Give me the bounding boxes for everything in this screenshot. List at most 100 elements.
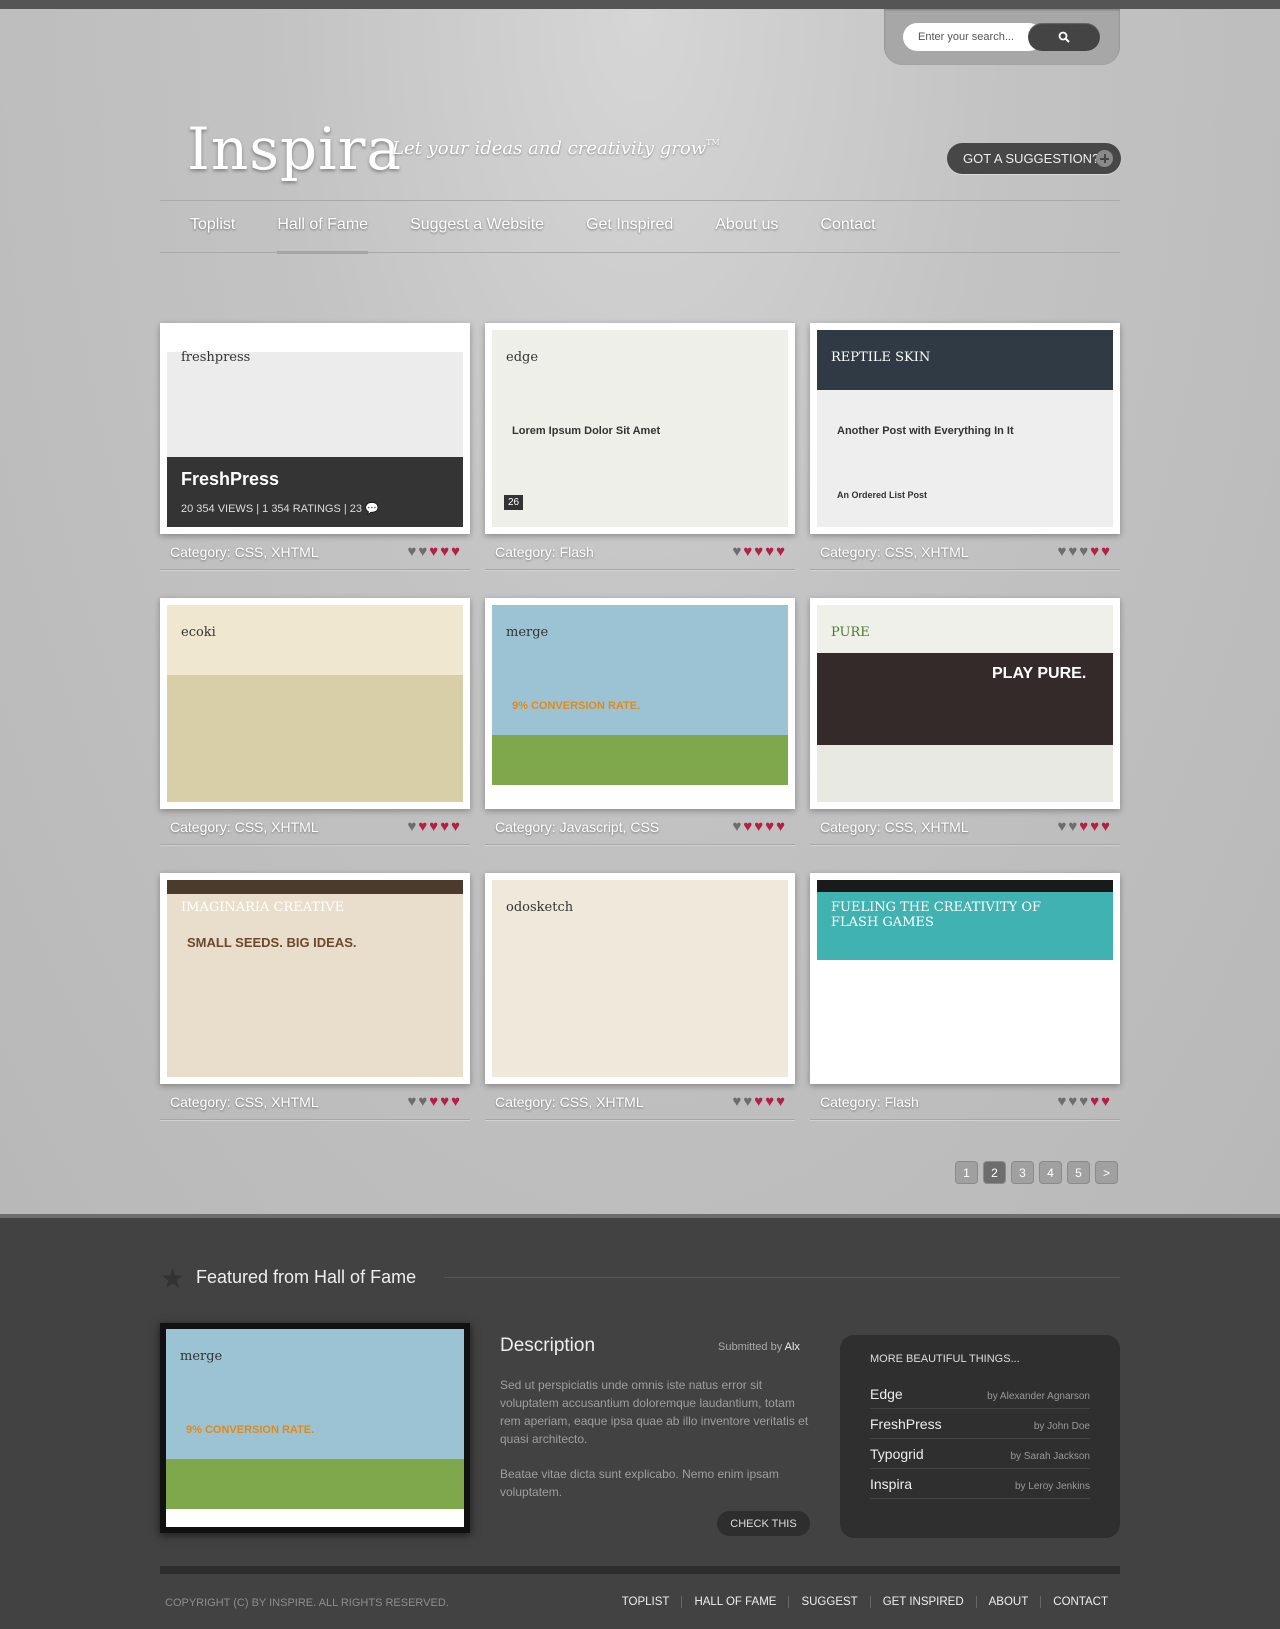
more-item[interactable]: FreshPress by John Doe (870, 1409, 1090, 1439)
page-button[interactable]: 4 (1039, 1161, 1062, 1184)
heart-icon[interactable]: ♥ (1068, 544, 1077, 559)
heart-icon[interactable]: ♥ (429, 1094, 438, 1109)
heart-icon[interactable]: ♥ (407, 819, 416, 834)
gallery-card: freshpress FreshPress 20 354 VIEWS | 1 354… (160, 323, 470, 570)
heart-icon[interactable]: ♥ (754, 1094, 763, 1109)
heart-icon[interactable]: ♥ (765, 819, 774, 834)
heart-icon[interactable]: ♥ (1057, 1094, 1066, 1109)
heart-icon[interactable]: ♥ (776, 819, 785, 834)
heart-icon[interactable]: ♥ (1101, 1094, 1110, 1109)
logo[interactable]: Inspira (187, 115, 402, 183)
next-page-button[interactable]: > (1095, 1161, 1118, 1184)
rating-hearts[interactable]: ♥ ♥ ♥ ♥ ♥ (732, 819, 785, 834)
heart-icon[interactable]: ♥ (1101, 819, 1110, 834)
nav-hall-of-fame[interactable]: Hall of Fame (277, 216, 368, 254)
card-thumbnail[interactable]: ecoki (160, 598, 470, 809)
heart-icon[interactable]: ♥ (1079, 1094, 1088, 1109)
page-button[interactable]: 5 (1067, 1161, 1090, 1184)
heart-icon[interactable]: ♥ (776, 1094, 785, 1109)
footer-link-contact[interactable]: CONTACT (1040, 1596, 1120, 1608)
more-item-name[interactable]: Typogrid (870, 1446, 924, 1462)
heart-icon[interactable]: ♥ (429, 544, 438, 559)
card-thumbnail[interactable]: edge Lorem Ipsum Dolor Sit Amet 26 (485, 323, 795, 534)
more-item-name[interactable]: FreshPress (870, 1416, 942, 1432)
heart-icon[interactable]: ♥ (1101, 544, 1110, 559)
heart-icon[interactable]: ♥ (743, 819, 752, 834)
heart-icon[interactable]: ♥ (1090, 544, 1099, 559)
more-item[interactable]: Edge by Alexander Agnarson (870, 1379, 1090, 1409)
heart-icon[interactable]: ♥ (732, 544, 741, 559)
heart-icon[interactable]: ♥ (743, 1094, 752, 1109)
card-thumbnail[interactable]: PURE PLAY PURE. (810, 598, 1120, 809)
heart-icon[interactable]: ♥ (407, 544, 416, 559)
heart-icon[interactable]: ♥ (440, 1094, 449, 1109)
heart-icon[interactable]: ♥ (754, 819, 763, 834)
suggestion-button[interactable]: GOT A SUGGESTION? (947, 143, 1121, 174)
more-item[interactable]: Inspira by Leroy Jenkins (870, 1469, 1090, 1499)
heart-icon[interactable]: ♥ (1090, 1094, 1099, 1109)
footer-link-suggest[interactable]: SUGGEST (788, 1596, 869, 1608)
heart-icon[interactable]: ♥ (1057, 544, 1066, 559)
heart-icon[interactable]: ♥ (451, 819, 460, 834)
nav-about-us[interactable]: About us (715, 216, 778, 234)
featured-thumbnail[interactable]: merge 9% CONVERSION RATE. (160, 1323, 470, 1533)
card-thumbnail[interactable]: FUELING THE CREATIVITY OF FLASH GAMES (810, 873, 1120, 1084)
heart-icon[interactable]: ♥ (1079, 819, 1088, 834)
heart-icon[interactable]: ♥ (418, 544, 427, 559)
card-thumbnail[interactable]: odosketch (485, 873, 795, 1084)
heart-icon[interactable]: ♥ (1079, 544, 1088, 559)
nav-suggest-a-website[interactable]: Suggest a Website (410, 216, 544, 234)
footer-link-get-inspired[interactable]: GET INSPIRED (869, 1596, 976, 1608)
page-button[interactable]: 3 (1011, 1161, 1034, 1184)
page-button[interactable]: 1 (955, 1161, 978, 1184)
heart-icon[interactable]: ♥ (776, 544, 785, 559)
heart-icon[interactable]: ♥ (440, 544, 449, 559)
rating-hearts[interactable]: ♥ ♥ ♥ ♥ ♥ (1057, 544, 1110, 559)
heart-icon[interactable]: ♥ (743, 544, 752, 559)
overlay-title[interactable]: FreshPress (181, 469, 449, 490)
rating-hearts[interactable]: ♥ ♥ ♥ ♥ ♥ (407, 544, 460, 559)
heart-icon[interactable]: ♥ (754, 544, 763, 559)
card-thumbnail[interactable]: freshpress FreshPress 20 354 VIEWS | 1 354… (160, 323, 470, 534)
heart-icon[interactable]: ♥ (732, 1094, 741, 1109)
rating-hearts[interactable]: ♥ ♥ ♥ ♥ ♥ (732, 544, 785, 559)
footer-link-hall-of-fame[interactable]: HALL OF FAME (681, 1596, 788, 1608)
heart-icon[interactable]: ♥ (451, 544, 460, 559)
heart-icon[interactable]: ♥ (407, 1094, 416, 1109)
heart-icon[interactable]: ♥ (732, 819, 741, 834)
heart-icon[interactable]: ♥ (765, 544, 774, 559)
heart-icon[interactable]: ♥ (1057, 819, 1066, 834)
site-name-label: merge (180, 1349, 223, 1364)
heart-icon[interactable]: ♥ (429, 819, 438, 834)
heart-icon[interactable]: ♥ (418, 819, 427, 834)
search-button[interactable] (1028, 23, 1100, 51)
more-item[interactable]: Typogrid by Sarah Jackson (870, 1439, 1090, 1469)
more-item-name[interactable]: Inspira (870, 1476, 912, 1492)
heart-icon[interactable]: ♥ (1090, 819, 1099, 834)
page-button[interactable]: 2 (983, 1161, 1006, 1184)
heart-icon[interactable]: ♥ (1068, 1094, 1077, 1109)
heart-icon[interactable]: ♥ (451, 1094, 460, 1109)
card-thumbnail[interactable]: REPTILE SKIN Another Post with Everything… (810, 323, 1120, 534)
rating-hearts[interactable]: ♥ ♥ ♥ ♥ ♥ (1057, 1094, 1110, 1109)
heart-icon[interactable]: ♥ (440, 819, 449, 834)
nav-get-inspired[interactable]: Get Inspired (586, 216, 673, 234)
card-thumbnail[interactable]: IMAGINARIA CREATIVE SMALL SEEDS. BIG IDEA… (160, 873, 470, 1084)
heart-icon[interactable]: ♥ (765, 1094, 774, 1109)
heart-icon[interactable]: ♥ (1068, 819, 1077, 834)
search-input[interactable] (903, 23, 1043, 51)
footer-link-toplist[interactable]: TOPLIST (610, 1596, 682, 1608)
footer-link-about[interactable]: ABOUT (975, 1596, 1041, 1608)
rating-hearts[interactable]: ♥ ♥ ♥ ♥ ♥ (407, 1094, 460, 1109)
site-headline-label: Another Post with Everything In It (837, 425, 1014, 437)
card-thumbnail[interactable]: merge 9% CONVERSION RATE. (485, 598, 795, 809)
nav-toplist[interactable]: Toplist (190, 216, 235, 234)
check-this-button[interactable]: CHECK THIS (717, 1511, 810, 1536)
rating-hearts[interactable]: ♥ ♥ ♥ ♥ ♥ (407, 819, 460, 834)
submitter-name[interactable]: Alx (785, 1341, 800, 1353)
more-item-name[interactable]: Edge (870, 1386, 903, 1402)
heart-icon[interactable]: ♥ (418, 1094, 427, 1109)
rating-hearts[interactable]: ♥ ♥ ♥ ♥ ♥ (732, 1094, 785, 1109)
nav-contact[interactable]: Contact (820, 216, 875, 234)
rating-hearts[interactable]: ♥ ♥ ♥ ♥ ♥ (1057, 819, 1110, 834)
